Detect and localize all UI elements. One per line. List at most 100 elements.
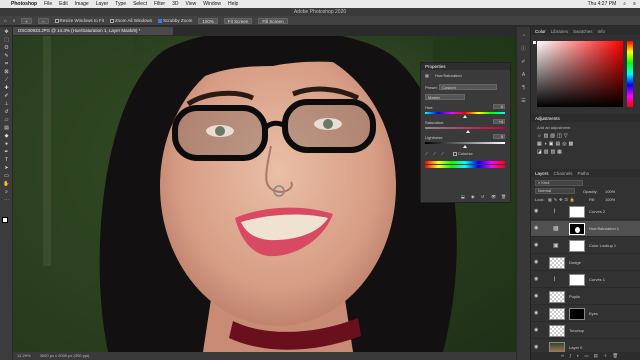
frame-tool-icon[interactable]: ⊠ xyxy=(3,69,10,75)
eye-icon[interactable]: ◉ xyxy=(534,226,539,231)
eye-icon[interactable]: ◉ xyxy=(534,277,539,282)
fill-screen-button[interactable]: Fill Screen xyxy=(258,17,288,24)
tab-channels[interactable]: Channels xyxy=(554,171,573,176)
fill-value[interactable]: 100% xyxy=(605,197,615,202)
menu-3d[interactable]: 3D xyxy=(172,1,178,7)
colorize-checkbox[interactable]: Colorize xyxy=(453,151,473,156)
scrubby-zoom-checkbox[interactable]: Scrubby Zoom xyxy=(158,18,192,23)
hue-slider-track[interactable] xyxy=(425,112,505,114)
menu-type[interactable]: Type xyxy=(115,1,126,7)
eye-icon[interactable]: ◉ xyxy=(534,243,539,248)
layer-row[interactable]: ◉ Touchup xyxy=(531,323,640,339)
clone-stamp-icon[interactable]: ⊥ xyxy=(3,101,10,107)
move-tool-icon[interactable]: ✥ xyxy=(3,29,10,35)
tab-paths[interactable]: Paths xyxy=(578,171,590,176)
fit-screen-button[interactable]: Fit Screen xyxy=(223,17,253,24)
tab-color[interactable]: Color xyxy=(535,29,546,34)
layer-mask-thumbnail[interactable] xyxy=(569,240,585,252)
saturation-slider-thumb[interactable] xyxy=(466,130,470,133)
menu-help[interactable]: Help xyxy=(228,1,238,7)
fg-swatch-small[interactable] xyxy=(533,41,536,44)
opacity-value[interactable]: 100% xyxy=(605,189,615,194)
paragraph-icon[interactable]: ¶ xyxy=(520,85,528,92)
blend-mode-dropdown[interactable]: Normal xyxy=(535,188,575,194)
layer-mask-thumbnail[interactable] xyxy=(569,274,585,286)
hue-value[interactable]: 0 xyxy=(493,104,505,109)
layer-row[interactable]: ◉ ▦ Hue/Saturation 1 xyxy=(531,221,640,237)
eraser-tool-icon[interactable]: ▱ xyxy=(3,117,10,123)
info-icon[interactable]: ⓘ xyxy=(520,46,528,53)
history-brush-icon[interactable]: ↺ xyxy=(3,109,10,115)
layer-mask-thumbnail[interactable] xyxy=(569,308,585,320)
layer-thumbnail[interactable] xyxy=(549,308,565,320)
menu-view[interactable]: View xyxy=(186,1,197,7)
menu-layer[interactable]: Layer xyxy=(96,1,109,7)
eyedropper-plus-icon[interactable]: ⟋ xyxy=(433,151,436,156)
quick-select-tool-icon[interactable]: ✎ xyxy=(3,53,10,59)
layer-row[interactable]: ◉ ⌇ Curves 1 xyxy=(531,272,640,288)
home-icon[interactable]: ⌂ xyxy=(4,18,7,23)
dodge-tool-icon[interactable]: ● xyxy=(3,141,10,147)
tab-swatches[interactable]: Swatches xyxy=(573,29,593,34)
path-select-icon[interactable]: ➤ xyxy=(3,165,10,171)
layer-mask-thumbnail[interactable] xyxy=(569,206,585,218)
kind-filter-dropdown[interactable]: ⌕ Kind xyxy=(535,180,583,186)
eye-icon[interactable]: ◉ xyxy=(534,294,539,299)
healing-brush-icon[interactable]: ✚ xyxy=(3,85,10,91)
layer-thumbnail[interactable] xyxy=(549,291,565,303)
zoom-tool-icon[interactable]: ⌕ xyxy=(3,189,10,195)
adjustments-title[interactable]: Adjustments xyxy=(535,116,560,121)
document-tab[interactable]: DSC00933.JPG @ 14.3% (Hue/Saturation 1, … xyxy=(13,27,173,35)
zoom-out-icon[interactable]: − xyxy=(37,17,49,24)
layer-thumbnail[interactable] xyxy=(549,325,565,337)
menu-edit[interactable]: Edit xyxy=(59,1,68,7)
preset-dropdown[interactable]: Custom xyxy=(439,84,497,90)
blur-tool-icon[interactable]: ◆ xyxy=(3,133,10,139)
more-tools-icon[interactable]: ⋯ xyxy=(3,197,10,203)
eyedropper-minus-icon[interactable]: ⟋ xyxy=(441,151,444,156)
character-icon[interactable]: A xyxy=(520,72,528,79)
tab-info[interactable]: Info xyxy=(598,29,606,34)
menu-filter[interactable]: Filter xyxy=(154,1,165,7)
reset-icon[interactable]: ↺ xyxy=(481,194,484,199)
layer-row[interactable]: ◉ Pupils xyxy=(531,289,640,305)
crop-tool-icon[interactable]: ⌗ xyxy=(3,61,10,67)
brush-settings-icon[interactable]: ✐ xyxy=(520,59,528,66)
eye-icon[interactable]: ◉ xyxy=(534,260,539,265)
layers-footer-icons[interactable]: ∞ƒ◐▭▤＋🗑 xyxy=(531,352,640,360)
eyedropper-tool-icon[interactable]: ⟋ xyxy=(3,77,10,83)
menu-image[interactable]: Image xyxy=(75,1,89,7)
layer-row[interactable]: ◉ ⌇ Curves 2 xyxy=(531,204,640,220)
zoom-tool-icon[interactable]: ⌕ xyxy=(13,18,16,23)
lightness-value[interactable]: 0 xyxy=(493,134,505,139)
lock-icons[interactable]: ▦✎✥⊡🔒 xyxy=(548,197,577,202)
eye-icon[interactable]: ◉ xyxy=(534,345,539,350)
brush-tool-icon[interactable]: ✐ xyxy=(3,93,10,99)
view-previous-icon[interactable]: ◉ xyxy=(471,194,475,199)
lasso-tool-icon[interactable]: ʘ xyxy=(3,45,10,51)
lightness-slider-track[interactable] xyxy=(425,142,505,144)
lightness-slider-thumb[interactable] xyxy=(463,145,467,148)
menu-list-icon[interactable]: ≡ xyxy=(633,1,636,7)
hue-strip[interactable] xyxy=(627,41,633,107)
adjustment-icons-row3[interactable]: ◪▧▨▦ xyxy=(537,149,564,155)
hue-slider-thumb[interactable] xyxy=(463,115,467,118)
hand-tool-icon[interactable]: ✋ xyxy=(3,181,10,187)
saturation-value[interactable]: +4 xyxy=(493,119,505,124)
tab-layers[interactable]: Layers xyxy=(535,171,549,176)
menu-select[interactable]: Select xyxy=(133,1,147,7)
menu-window[interactable]: Window xyxy=(203,1,221,7)
gradient-tool-icon[interactable]: ▤ xyxy=(3,125,10,131)
menu-photoshop[interactable]: Photoshop xyxy=(11,1,37,7)
zoom-all-windows-checkbox[interactable]: Zoom All Windows xyxy=(110,18,152,23)
shape-tool-icon[interactable]: ▭ xyxy=(3,173,10,179)
zoom-in-icon[interactable]: + xyxy=(21,17,32,24)
foreground-color-swatch[interactable] xyxy=(2,217,8,223)
layer-row[interactable]: ◉ Dodge xyxy=(531,255,640,271)
layer-thumbnail[interactable] xyxy=(549,257,565,269)
adjustment-icons-row2[interactable]: ▦◑▣▤◎▩ xyxy=(537,141,575,147)
type-tool-icon[interactable]: T xyxy=(3,157,10,163)
pen-tool-icon[interactable]: ✒ xyxy=(3,149,10,155)
eye-icon[interactable]: ◉ xyxy=(534,209,539,214)
layer-row[interactable]: ◉ Eyes xyxy=(531,306,640,322)
